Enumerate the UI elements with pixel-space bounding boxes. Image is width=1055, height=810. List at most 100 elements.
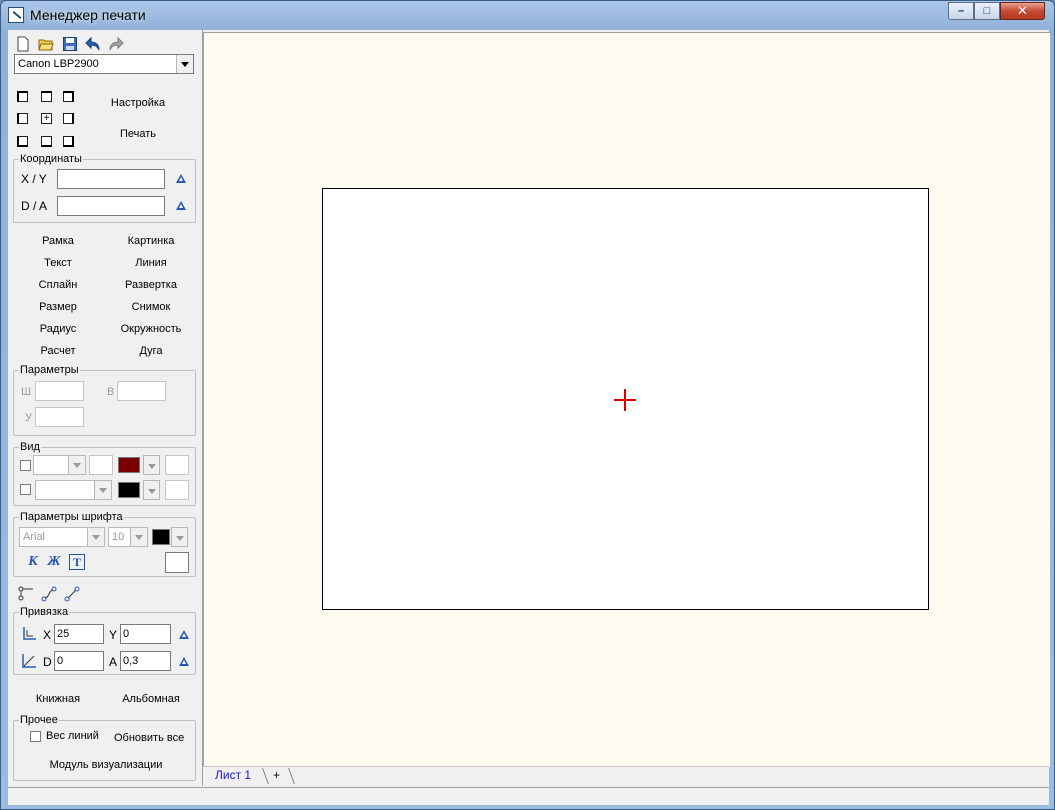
snap-arc-icon[interactable] bbox=[64, 586, 80, 602]
other-group: Прочее bbox=[13, 714, 196, 781]
tool-spline[interactable]: Сплайн bbox=[23, 279, 93, 291]
print-manager-window: Менеджер печати – □ ✕ Canon LBP2900 + На… bbox=[0, 0, 1055, 810]
font-size-select[interactable]: 10 bbox=[108, 527, 148, 547]
app-icon bbox=[8, 7, 24, 23]
tool-frame[interactable]: Рамка bbox=[23, 235, 93, 247]
da-label: D / A bbox=[21, 199, 48, 213]
line-visible-checkbox[interactable] bbox=[20, 460, 31, 471]
snap-a-input[interactable]: 0,3 bbox=[120, 651, 171, 671]
snap-spline-icon[interactable] bbox=[41, 586, 57, 602]
refresh-all-button[interactable]: Обновить все bbox=[114, 732, 184, 744]
width-label: Ш bbox=[21, 386, 32, 398]
anchor-bottom-right[interactable] bbox=[63, 136, 74, 147]
apply-snap-da-icon[interactable] bbox=[179, 657, 189, 666]
fill-color-swatch[interactable] bbox=[118, 482, 140, 498]
line-weight-checkbox[interactable] bbox=[30, 731, 41, 742]
chevron-down-icon[interactable] bbox=[94, 481, 111, 499]
anchor-top-right[interactable] bbox=[63, 91, 74, 102]
height-input[interactable] bbox=[117, 381, 166, 401]
redo-icon[interactable] bbox=[108, 36, 124, 52]
apply-xy-icon[interactable] bbox=[176, 174, 186, 183]
da-input[interactable] bbox=[57, 196, 165, 216]
apply-snap-xy-icon[interactable] bbox=[179, 630, 189, 639]
anchor-bottom-left[interactable] bbox=[17, 136, 28, 147]
apply-da-icon[interactable] bbox=[176, 201, 186, 210]
font-color-swatch[interactable] bbox=[152, 529, 170, 545]
snap-origin-icon[interactable] bbox=[21, 626, 37, 642]
window-title: Менеджер печати bbox=[30, 7, 146, 23]
settings-button[interactable]: Настройка bbox=[103, 97, 173, 109]
save-icon[interactable] bbox=[62, 36, 78, 52]
title-bar[interactable]: Менеджер печати – □ ✕ bbox=[1, 1, 1054, 29]
xy-input[interactable] bbox=[57, 169, 165, 189]
print-sheet[interactable] bbox=[322, 188, 929, 610]
crosshair-icon-vertical bbox=[624, 389, 626, 411]
font-color-dropdown[interactable] bbox=[171, 527, 188, 547]
angle-input[interactable] bbox=[35, 407, 84, 427]
anchor-top-left[interactable] bbox=[17, 91, 28, 102]
undo-icon[interactable] bbox=[85, 36, 101, 52]
portrait-button[interactable]: Книжная bbox=[23, 693, 93, 705]
tool-dimension[interactable]: Размер bbox=[23, 301, 93, 313]
open-folder-icon[interactable] bbox=[38, 36, 54, 52]
tool-snapshot[interactable]: Снимок bbox=[116, 301, 186, 313]
font-family-select[interactable]: Arial bbox=[19, 527, 105, 547]
snap-y-input[interactable]: 0 bbox=[120, 624, 171, 644]
tool-unfold[interactable]: Развертка bbox=[116, 279, 186, 291]
printer-select[interactable]: Canon LBP2900 bbox=[14, 54, 194, 74]
landscape-button[interactable]: Альбомная bbox=[116, 693, 186, 705]
add-sheet-tab[interactable]: + bbox=[273, 767, 280, 785]
bold-button[interactable]: Ж bbox=[46, 554, 62, 570]
chevron-down-icon[interactable] bbox=[176, 55, 193, 73]
width-input[interactable] bbox=[35, 381, 84, 401]
close-icon: ✕ bbox=[1017, 3, 1028, 18]
line-width-input[interactable] bbox=[89, 455, 113, 475]
anchor-middle-left[interactable] bbox=[17, 113, 28, 124]
sheet-tab-strip: Лист 1 + bbox=[203, 766, 1049, 787]
chevron-down-icon[interactable] bbox=[68, 456, 85, 474]
tool-circle[interactable]: Окружность bbox=[116, 323, 186, 335]
fill-color-dropdown[interactable] bbox=[143, 480, 160, 500]
status-bar bbox=[8, 787, 1049, 805]
print-button[interactable]: Печать bbox=[103, 128, 173, 140]
line-extra-input[interactable] bbox=[165, 455, 189, 475]
chevron-down-icon[interactable] bbox=[130, 528, 147, 546]
view-title: Вид bbox=[19, 441, 41, 453]
anchor-middle-right[interactable] bbox=[63, 113, 74, 124]
height-label: В bbox=[107, 386, 115, 398]
text-style-button[interactable]: Т bbox=[69, 554, 85, 570]
fill-visible-checkbox[interactable] bbox=[20, 484, 31, 495]
anchor-bottom-center[interactable] bbox=[41, 136, 52, 147]
snap-angle-icon[interactable] bbox=[21, 653, 37, 669]
snap-line-icon[interactable] bbox=[18, 586, 34, 602]
minimize-button[interactable]: – bbox=[948, 2, 974, 20]
fill-extra-input[interactable] bbox=[165, 480, 189, 500]
tool-radius[interactable]: Радиус bbox=[23, 323, 93, 335]
anchor-center[interactable]: + bbox=[41, 113, 52, 124]
snap-a-label: A bbox=[109, 655, 118, 669]
font-size-value: 10 bbox=[112, 531, 125, 543]
snap-title: Привязка bbox=[19, 606, 70, 618]
drawing-canvas[interactable] bbox=[203, 32, 1050, 767]
anchor-top-center[interactable] bbox=[41, 91, 52, 102]
tool-picture[interactable]: Картинка bbox=[116, 235, 186, 247]
snap-x-input[interactable]: 25 bbox=[54, 624, 104, 644]
tool-arc[interactable]: Дуга bbox=[116, 345, 186, 357]
italic-button[interactable]: К bbox=[25, 554, 41, 570]
line-color-dropdown[interactable] bbox=[143, 455, 160, 475]
new-file-icon[interactable] bbox=[15, 36, 31, 52]
font-extra-input[interactable] bbox=[165, 552, 189, 573]
line-style-select[interactable] bbox=[33, 455, 86, 475]
snap-d-input[interactable]: 0 bbox=[54, 651, 104, 671]
visual-module-button[interactable]: Модуль визуализации bbox=[38, 759, 174, 771]
chevron-down-icon[interactable] bbox=[87, 528, 104, 546]
maximize-button[interactable]: □ bbox=[974, 2, 1000, 20]
fill-style-select[interactable] bbox=[35, 480, 112, 500]
tab-sheet-1[interactable]: Лист 1 bbox=[215, 767, 251, 785]
other-title: Прочее bbox=[19, 714, 59, 726]
tool-text[interactable]: Текст bbox=[23, 257, 93, 269]
close-button[interactable]: ✕ bbox=[1000, 2, 1045, 20]
line-color-swatch[interactable] bbox=[118, 457, 140, 473]
tool-calculation[interactable]: Расчет bbox=[23, 345, 93, 357]
tool-line[interactable]: Линия bbox=[116, 257, 186, 269]
